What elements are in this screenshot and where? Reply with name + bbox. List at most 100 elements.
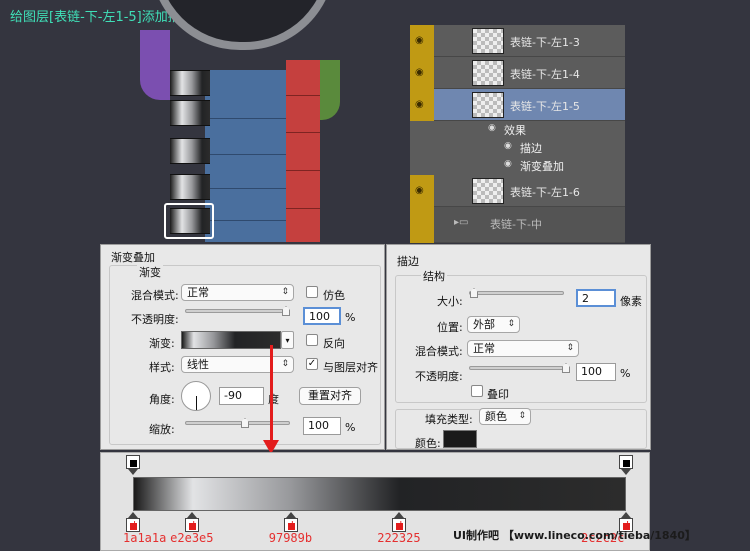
eye-icon[interactable]: ◉ bbox=[488, 123, 496, 133]
band-divider bbox=[205, 154, 290, 155]
watch-lug-left bbox=[140, 30, 170, 100]
opacity-slider[interactable] bbox=[185, 306, 290, 316]
opacity-stop-left[interactable] bbox=[126, 455, 140, 475]
opacity-label: 不透明度: bbox=[415, 370, 463, 383]
band-divider bbox=[286, 132, 320, 133]
stop-swatch bbox=[130, 460, 137, 467]
color-label: 颜色: bbox=[415, 437, 441, 450]
updown-icon: ⇕ bbox=[566, 343, 574, 353]
blend-mode-select[interactable]: 正常 ⇕ bbox=[467, 340, 579, 357]
eye-icon[interactable]: ◉ bbox=[415, 185, 424, 196]
layer-name: 表链-下-左1-6 bbox=[510, 186, 580, 199]
style-select[interactable]: 线性 ⇕ bbox=[181, 356, 294, 373]
watch-illustration bbox=[140, 0, 340, 242]
layer-name: 表链-下-左1-4 bbox=[510, 68, 580, 81]
opacity-slider[interactable] bbox=[469, 363, 570, 373]
updown-icon: ⇕ bbox=[281, 287, 289, 297]
position-label: 位置: bbox=[437, 321, 463, 334]
watermark: UI制作吧 【www.lineco.com/tieba/1840】 bbox=[453, 529, 696, 542]
opacity-label: 不透明度: bbox=[131, 313, 179, 326]
band-divider bbox=[286, 170, 320, 171]
effect-label: 描边 bbox=[520, 142, 542, 155]
stroke-dialog: 描边 结构 大小: 2 像素 位置: 外部 ⇕ 混合模式: 正常 ⇕ 不透明度: 1… bbox=[386, 244, 651, 450]
eye-icon[interactable]: ◉ bbox=[504, 159, 512, 169]
layer-name: 表链-下-左1-5 bbox=[510, 100, 580, 113]
scale-input[interactable]: 100 bbox=[303, 417, 341, 435]
reset-alignment-button[interactable]: 重置对齐 bbox=[299, 387, 361, 405]
gradient-dropdown-button[interactable]: ▾ bbox=[281, 331, 294, 349]
gradient-overlay-dialog: 渐变叠加 渐变 混合模式: 正常 ⇕ 仿色 不透明度: 100 % 渐变: ▾ 反… bbox=[100, 244, 385, 450]
updown-icon: ⇕ bbox=[507, 319, 515, 329]
stop-swatch bbox=[623, 460, 630, 467]
fill-type-value: 颜色 bbox=[485, 410, 507, 423]
blend-mode-value: 正常 bbox=[473, 342, 495, 355]
metal-link bbox=[170, 70, 210, 96]
section-label: 结构 bbox=[421, 268, 447, 284]
chevron-down-icon: ▾ bbox=[285, 336, 290, 345]
angle-input[interactable]: -90 bbox=[219, 387, 264, 405]
layers-panel: ◉ 表链-下-左1-3 ◉ 表链-下-左1-4 ◉ 表链-下-左1-5 ◉ 效果… bbox=[410, 25, 625, 243]
gradient-preview-bar[interactable] bbox=[133, 477, 626, 511]
blend-mode-value: 正常 bbox=[187, 286, 209, 299]
gradient-swatch[interactable] bbox=[181, 331, 281, 349]
percent-label: % bbox=[620, 367, 631, 380]
stop-color-label: 97989b bbox=[268, 531, 313, 545]
size-label: 大小: bbox=[437, 295, 463, 308]
metal-link bbox=[170, 100, 210, 126]
layer-thumbnail bbox=[472, 60, 504, 86]
layer-row[interactable]: ◉ 表链-下-左1-4 bbox=[410, 57, 625, 89]
overprint-checkbox[interactable] bbox=[471, 385, 483, 397]
scale-label: 缩放: bbox=[149, 423, 175, 436]
layer-row[interactable]: ◉ 表链-下-左1-6 bbox=[410, 175, 625, 207]
scale-slider[interactable] bbox=[185, 418, 290, 428]
band-divider bbox=[205, 118, 290, 119]
layer-thumbnail bbox=[472, 178, 504, 204]
dither-label: 仿色 bbox=[323, 289, 345, 302]
percent-label: % bbox=[345, 311, 356, 324]
layer-name: 表链-下-中 bbox=[490, 218, 542, 231]
layer-group-row[interactable]: ▸▭ 表链-下-中 bbox=[410, 207, 625, 243]
visibility-column: ◉ bbox=[410, 175, 434, 207]
opacity-input[interactable]: 100 bbox=[303, 307, 341, 325]
blend-mode-label: 混合模式: bbox=[415, 345, 463, 358]
style-value: 线性 bbox=[187, 358, 209, 371]
style-label: 样式: bbox=[149, 361, 175, 374]
align-layer-checkbox[interactable]: ✓ bbox=[306, 358, 318, 370]
reverse-checkbox[interactable] bbox=[306, 334, 318, 346]
layer-row-selected[interactable]: ◉ 表链-下-左1-5 bbox=[410, 89, 625, 121]
angle-dial[interactable] bbox=[181, 381, 211, 411]
reverse-label: 反向 bbox=[323, 337, 345, 350]
eye-icon[interactable]: ◉ bbox=[415, 35, 424, 46]
eye-icon[interactable]: ◉ bbox=[415, 99, 424, 110]
stop-color-label: e2e3e5 bbox=[170, 531, 214, 545]
effect-item-gradient[interactable]: ◉ 渐变叠加 bbox=[434, 157, 625, 175]
position-value: 外部 bbox=[473, 318, 495, 331]
watch-band-red bbox=[286, 60, 320, 242]
stroke-color-swatch[interactable] bbox=[443, 430, 477, 448]
dither-checkbox[interactable] bbox=[306, 286, 318, 298]
effect-item-stroke[interactable]: ◉ 描边 bbox=[434, 139, 625, 157]
opacity-stop-right[interactable] bbox=[619, 455, 633, 475]
stop-cap bbox=[126, 455, 140, 469]
eye-icon[interactable]: ◉ bbox=[504, 141, 512, 151]
stop-pointer bbox=[128, 469, 138, 475]
effects-label: 效果 bbox=[504, 124, 526, 137]
blend-mode-select[interactable]: 正常 ⇕ bbox=[181, 284, 294, 301]
layer-row[interactable]: ◉ 表链-下-左1-3 bbox=[410, 25, 625, 57]
layer-thumbnail bbox=[472, 28, 504, 54]
visibility-column bbox=[410, 207, 434, 243]
folder-icon: ▸▭ bbox=[454, 217, 469, 228]
position-select[interactable]: 外部 ⇕ bbox=[467, 316, 520, 333]
effects-header[interactable]: ◉ 效果 bbox=[434, 121, 625, 139]
opacity-input[interactable]: 100 bbox=[576, 363, 616, 381]
updown-icon: ⇕ bbox=[518, 411, 526, 421]
angle-label: 角度: bbox=[149, 393, 175, 406]
eye-icon[interactable]: ◉ bbox=[415, 67, 424, 78]
band-divider bbox=[205, 220, 290, 221]
metal-link bbox=[170, 138, 210, 164]
dial-hand bbox=[196, 396, 197, 410]
size-input[interactable]: 2 bbox=[576, 289, 616, 307]
band-divider bbox=[205, 188, 290, 189]
fill-type-select[interactable]: 颜色 ⇕ bbox=[479, 408, 531, 425]
size-slider[interactable] bbox=[469, 288, 564, 298]
